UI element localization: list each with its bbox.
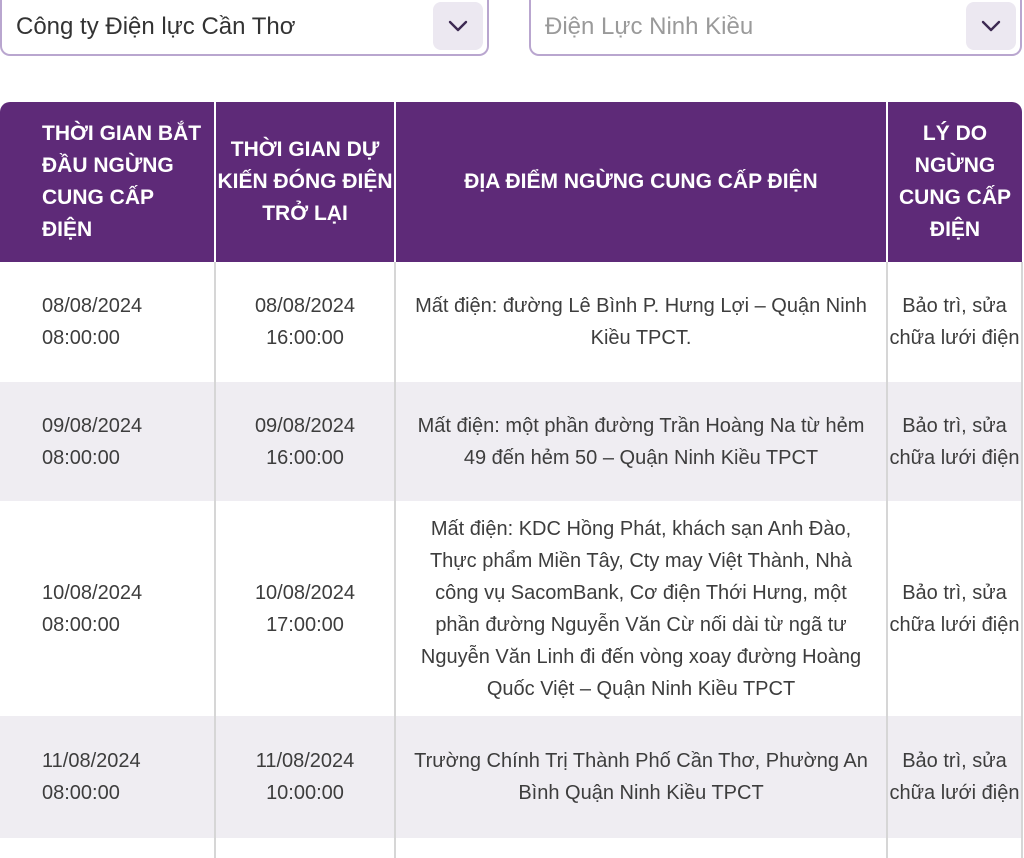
restore-date: 10/08/2024 (254, 581, 356, 604)
restore-cell: 08/08/2024 16:00:00 (215, 262, 396, 382)
header-reason: LÝ DO NGỪNG CUNG CẤP ĐIỆN (887, 102, 1022, 262)
start-cell: 10/08/2024 08:00:00 (0, 501, 216, 716)
table-row: 10/08/2024 08:00:00 10/08/2024 17:00:00 … (0, 501, 1023, 716)
empty-cell (215, 838, 396, 858)
filter-bar: Công ty Điện lực Cần Thơ Điện Lực Ninh K… (0, 0, 1024, 58)
chevron-down-icon (981, 20, 1001, 32)
restore-time: 10:00:00 (266, 782, 344, 804)
empty-cell (395, 838, 888, 858)
company-select[interactable]: Công ty Điện lực Cần Thơ (0, 0, 489, 56)
company-select-toggle[interactable] (433, 2, 483, 50)
table-header-row: THỜI GIAN BẮT ĐẦU NGỪNG CUNG CẤP ĐIỆN TH… (0, 102, 1022, 262)
company-select-value: Công ty Điện lực Cần Thơ (16, 13, 296, 40)
restore-date: 11/08/2024 (255, 750, 355, 772)
reason-cell: Bảo trì, sửa chữa lưới điện (887, 382, 1023, 501)
start-time: 08:00:00 (42, 782, 120, 804)
start-date: 11/08/2024 (42, 750, 141, 772)
table-row: 09/08/2024 08:00:00 09/08/2024 16:00:00 … (0, 382, 1023, 501)
start-date: 09/08/2024 (42, 414, 143, 437)
empty-cell (887, 838, 1023, 858)
branch-select-value: Điện Lực Ninh Kiều (545, 13, 754, 40)
start-cell: 09/08/2024 08:00:00 (0, 382, 216, 501)
table-row-partial (0, 838, 1023, 858)
start-time: 08:00:00 (42, 613, 120, 636)
header-restore-time: THỜI GIAN DỰ KIẾN ĐÓNG ĐIỆN TRỞ LẠI (215, 102, 396, 262)
location-cell: Mất điện: một phần đường Trần Hoàng Na t… (395, 382, 888, 501)
header-location: ĐỊA ĐIỂM NGỪNG CUNG CẤP ĐIỆN (395, 102, 888, 262)
start-date: 08/08/2024 (42, 295, 143, 317)
restore-cell: 09/08/2024 16:00:00 (215, 382, 396, 501)
reason-cell: Bảo trì, sửa chữa lưới điện (887, 262, 1023, 382)
restore-cell: 11/08/2024 10:00:00 (215, 716, 396, 838)
outage-schedule-table: THỜI GIAN BẮT ĐẦU NGỪNG CUNG CẤP ĐIỆN TH… (0, 102, 1023, 858)
restore-time: 17:00:00 (266, 613, 344, 636)
start-date: 10/08/2024 (42, 581, 143, 604)
location-cell: Mất điện: đường Lê Bình P. Hưng Lợi – Qu… (395, 262, 888, 382)
reason-cell: Bảo trì, sửa chữa lưới điện (887, 501, 1023, 716)
restore-date: 08/08/2024 (254, 295, 356, 317)
location-cell: Trường Chính Trị Thành Phố Cần Thơ, Phườ… (395, 716, 888, 838)
reason-cell: Bảo trì, sửa chữa lưới điện (887, 716, 1023, 838)
chevron-down-icon (448, 20, 468, 32)
restore-cell: 10/08/2024 17:00:00 (215, 501, 396, 716)
start-cell: 11/08/2024 08:00:00 (0, 716, 216, 838)
start-time: 08:00:00 (42, 446, 120, 469)
table-row: 11/08/2024 08:00:00 11/08/2024 10:00:00 … (0, 716, 1023, 838)
empty-cell (0, 838, 216, 858)
branch-select-toggle[interactable] (966, 2, 1016, 50)
start-time: 08:00:00 (42, 327, 120, 349)
location-cell: Mất điện: KDC Hồng Phát, khách sạn Anh Đ… (395, 501, 888, 716)
start-cell: 08/08/2024 08:00:00 (0, 262, 216, 382)
restore-time: 16:00:00 (266, 446, 344, 469)
restore-date: 09/08/2024 (254, 414, 356, 437)
header-start-time: THỜI GIAN BẮT ĐẦU NGỪNG CUNG CẤP ĐIỆN (0, 102, 216, 262)
outage-table-container: THỜI GIAN BẮT ĐẦU NGỪNG CUNG CẤP ĐIỆN TH… (0, 102, 1023, 858)
branch-select[interactable]: Điện Lực Ninh Kiều (529, 0, 1022, 56)
table-row: 08/08/2024 08:00:00 08/08/2024 16:00:00 … (0, 262, 1023, 382)
restore-time: 16:00:00 (266, 327, 344, 349)
